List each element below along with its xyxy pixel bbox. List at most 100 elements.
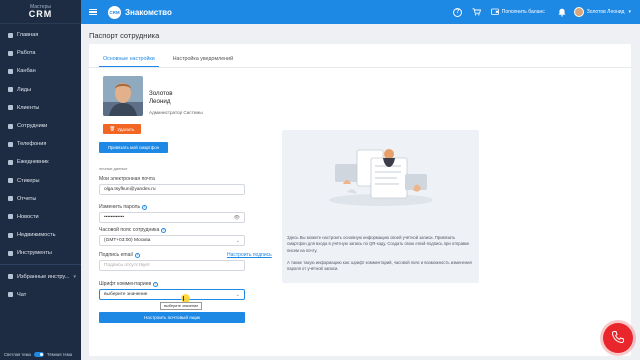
sidebar-item-reports[interactable]: Отчеты xyxy=(0,190,81,208)
sidebar-item-label: Новости xyxy=(17,213,39,220)
email-field[interactable]: olga.tsyfkun@yandex.ru xyxy=(99,184,245,195)
header-title[interactable]: Знакомство xyxy=(125,8,172,17)
brand-logo: CRM xyxy=(108,5,121,19)
help-icon: ? xyxy=(453,7,463,17)
building-icon xyxy=(7,232,13,238)
timezone-label-text: Часовой пояс сотрудника xyxy=(99,227,160,233)
settings-illustration xyxy=(329,149,433,206)
signature-label: Подпись email i xyxy=(99,252,140,258)
info-icon[interactable]: i xyxy=(142,204,148,210)
tab-notification-settings[interactable]: Настройка уведомлений xyxy=(169,51,237,67)
app-logo[interactable]: Мастеры CRM xyxy=(0,0,81,24)
setup-signature-link[interactable]: Настроить подпись xyxy=(227,252,272,258)
sidebar-item-label: Клиенты xyxy=(17,104,40,111)
timezone-value: (GMT+03:00) Москва xyxy=(104,238,151,243)
theme-switcher: Светлая тема Тёмная тема xyxy=(0,348,81,360)
comment-font-select[interactable]: выберите значение ⌄ xyxy=(99,289,245,300)
top-up-balance-label: Пополнить баланс xyxy=(501,9,545,15)
employee-passport-card: Основные настройки Настройка уведомлений… xyxy=(89,44,631,356)
sidebar-item-label: Сотрудники xyxy=(17,123,48,130)
cart-icon[interactable] xyxy=(472,7,482,17)
sidebar-item-planner[interactable]: Ежедневник xyxy=(0,153,81,171)
chevron-down-icon: ⌄ xyxy=(235,237,240,244)
sidebar-item-label: Отчеты xyxy=(17,195,37,202)
light-theme-label: Светлая тема xyxy=(4,351,31,357)
employee-firstname: Леонид xyxy=(149,98,171,105)
tabs-divider xyxy=(89,67,631,68)
sidebar-item-telephony[interactable]: Телефония xyxy=(0,135,81,153)
employee-name: Золотов Леонид xyxy=(149,90,173,106)
info-icon[interactable]: i xyxy=(153,281,159,287)
sidebar-item-chat[interactable]: Чат xyxy=(0,286,81,304)
avatar[interactable] xyxy=(573,7,584,17)
chat-bubble-icon xyxy=(7,292,13,298)
sidebar-item-realty[interactable]: Недвижимость xyxy=(0,226,81,244)
sidebar-item-stickers[interactable]: Стикеры xyxy=(0,172,81,190)
menu-icon[interactable] xyxy=(89,9,97,15)
password-field[interactable]: •••••••••••• 👁 xyxy=(99,212,245,223)
news-icon xyxy=(7,214,13,220)
top-up-balance-button[interactable]: Пополнить баланс xyxy=(490,8,545,17)
sidebar-item-label: Ежедневник xyxy=(17,159,49,166)
employee-surname: Золотов xyxy=(149,90,173,97)
employee-photo[interactable] xyxy=(103,76,143,116)
email-label: Мои электронная почта xyxy=(99,176,155,182)
tab-basic-settings[interactable]: Основные настройки xyxy=(99,51,159,67)
chevron-down-icon[interactable]: ▾ xyxy=(628,9,631,15)
trash-icon: 🗑 xyxy=(109,126,116,131)
theme-toggle[interactable] xyxy=(33,351,44,357)
password-label: Изменить пароль i xyxy=(99,204,148,210)
sidebar-item-favorites[interactable]: Избранные инстру... ▾ xyxy=(0,267,81,285)
settings-tabs: Основные настройки Настройка уведомлений xyxy=(99,51,237,67)
tools-icon xyxy=(7,250,13,256)
setup-mailbox-button[interactable]: Настроить почтовый ящик xyxy=(99,312,245,323)
employee-role: Администратор Системы xyxy=(149,110,203,115)
info-text-2: А также такую информацию как: шрифт комм… xyxy=(287,260,472,272)
sidebar-item-label: Канбан xyxy=(17,68,36,75)
delete-photo-button[interactable]: 🗑 Удалить xyxy=(103,124,141,134)
sidebar-item-label: Избранные инстру... xyxy=(17,273,70,280)
sidebar-item-news[interactable]: Новости xyxy=(0,208,81,226)
call-button[interactable] xyxy=(603,323,633,353)
sidebar-item-work[interactable]: Работа xyxy=(0,44,81,62)
sidebar-item-home[interactable]: Главная xyxy=(0,26,81,44)
star-icon xyxy=(7,274,13,280)
signature-field[interactable]: Подпись отсутствует xyxy=(99,260,245,271)
select-tooltip: выберите значение xyxy=(160,302,203,310)
sidebar-item-label: Чат xyxy=(17,291,27,298)
phone-icon xyxy=(611,330,625,346)
sidebar-item-clients[interactable]: Клиенты xyxy=(0,99,81,117)
sidebar-item-tools[interactable]: Инструменты xyxy=(0,244,81,262)
bind-smartphone-button[interactable]: Привязать мой смартфон xyxy=(99,142,168,153)
sidebar-divider xyxy=(0,264,81,266)
sidebar-item-label: Главная xyxy=(17,32,39,39)
comment-font-label: Шрифт комментариев i xyxy=(99,281,159,287)
timezone-label: Часовой пояс сотрудника i xyxy=(99,227,167,233)
top-header: CRM Знакомство ? Пополнить баланс Золото… xyxy=(81,0,640,24)
help-button[interactable]: ? xyxy=(453,7,463,17)
filter-icon xyxy=(7,87,13,93)
sidebar-item-label: Недвижимость xyxy=(17,232,56,239)
home-icon xyxy=(7,32,13,38)
info-icon[interactable]: i xyxy=(161,227,167,233)
users-icon xyxy=(7,123,13,129)
chevron-down-icon: ⌄ xyxy=(235,291,240,298)
phone-icon xyxy=(7,141,13,147)
sidebar: Мастеры CRM Главная Работа Канбан Лиды К… xyxy=(0,0,81,360)
comment-font-value: выберите значение xyxy=(104,292,148,297)
sidebar-item-label: Работа xyxy=(17,50,36,57)
header-actions: ? Пополнить баланс Золотов Леонид ▾ xyxy=(453,0,640,24)
sidebar-item-leads[interactable]: Лиды xyxy=(0,81,81,99)
info-icon[interactable]: i xyxy=(134,252,140,258)
bell-icon[interactable] xyxy=(557,7,567,17)
password-value: •••••••••••• xyxy=(104,215,125,220)
sidebar-item-kanban[interactable]: Канбан xyxy=(0,62,81,80)
timezone-select[interactable]: (GMT+03:00) Москва ⌄ xyxy=(99,235,245,246)
email-label-text: Мои электронная почта xyxy=(99,176,155,182)
sidebar-item-employees[interactable]: Сотрудники xyxy=(0,117,81,135)
chat-icon xyxy=(7,105,13,111)
wallet-icon xyxy=(490,8,499,17)
user-name[interactable]: Золотов Леонид xyxy=(587,9,625,15)
eye-icon[interactable]: 👁 xyxy=(234,215,240,221)
signature-label-text: Подпись email xyxy=(99,252,133,258)
